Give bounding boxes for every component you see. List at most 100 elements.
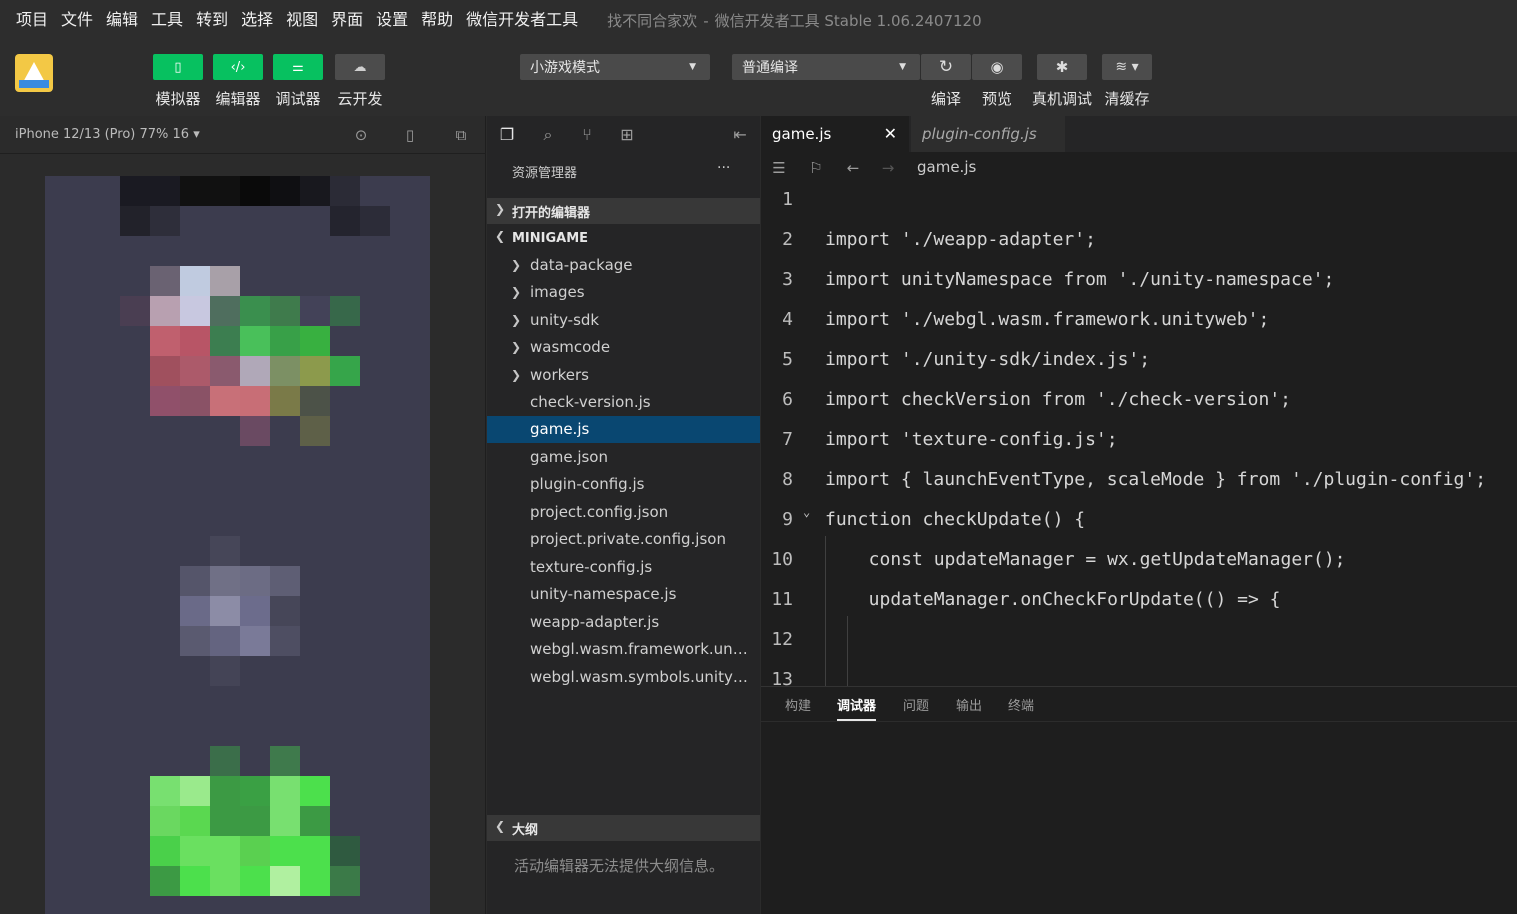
game-pixel [270, 866, 300, 896]
compile-button[interactable]: ↻ [921, 54, 971, 80]
mode-select[interactable]: 小游戏模式 ▼ [520, 54, 710, 80]
code-line: 13 [761, 660, 1517, 686]
game-pixel [330, 206, 360, 236]
tab-game-js[interactable]: game.js ✕ [761, 116, 909, 152]
debugger-toggle-button[interactable]: ⚌ [273, 54, 323, 80]
menu-goto[interactable]: 转到 [196, 0, 228, 40]
game-pixel [300, 386, 330, 416]
project-avatar[interactable] [15, 54, 53, 92]
extensions-icon[interactable]: ⊞ [616, 124, 638, 146]
code-line: 10 const updateManager = wx.getUpdateMan… [761, 540, 1517, 580]
folder-label: unity-sdk [530, 311, 600, 329]
open-editors-section[interactable]: ❯ 打开的编辑器 [487, 198, 760, 224]
fold-chevron-icon[interactable]: ⌄ [803, 492, 810, 532]
close-icon[interactable]: ✕ [884, 124, 897, 143]
menu-select[interactable]: 选择 [241, 0, 273, 40]
menu-settings[interactable]: 设置 [376, 0, 408, 40]
bookmark-icon[interactable]: ⚐ [806, 158, 826, 178]
menu-edit[interactable]: 编辑 [106, 0, 138, 40]
game-pixel [180, 806, 210, 836]
menu-tools[interactable]: 工具 [151, 0, 183, 40]
menu-interface[interactable]: 界面 [331, 0, 363, 40]
tab-plugin-config-js[interactable]: plugin-config.js [911, 116, 1065, 152]
outline-section[interactable]: ❮ 大纲 [487, 815, 760, 841]
folder-item[interactable]: ❯ wasmcode [487, 334, 760, 361]
more-actions-icon[interactable]: ··· [717, 160, 730, 176]
simulator-screen[interactable] [45, 176, 430, 914]
search-icon[interactable]: ⌕ [537, 124, 559, 146]
tab-output[interactable]: 输出 [956, 695, 982, 714]
tab-terminal[interactable]: 终端 [1008, 695, 1034, 714]
editor-toggle-button[interactable]: ‹/› [213, 54, 263, 80]
detach-window-icon[interactable]: ⧉ [451, 125, 471, 145]
compile-mode-select[interactable]: 普通编译 ▼ [732, 54, 920, 80]
file-item[interactable]: project.config.json [487, 499, 760, 526]
game-pixel [150, 176, 180, 206]
project-section[interactable]: ❮ MINIGAME [487, 225, 760, 251]
file-item[interactable]: webgl.wasm.framework.unityweb [487, 636, 760, 663]
game-pixel [240, 416, 270, 446]
editor-tab-bar: game.js ✕ plugin-config.js [761, 116, 1517, 152]
tab-build[interactable]: 构建 [785, 695, 811, 714]
code-line: 1 [761, 184, 1517, 220]
menu-help[interactable]: 帮助 [421, 0, 453, 40]
menu-file[interactable]: 文件 [61, 0, 93, 40]
record-icon[interactable]: ⊙ [351, 125, 371, 145]
sliders-icon: ⚌ [292, 59, 304, 75]
menu-project[interactable]: 项目 [16, 0, 48, 40]
breadcrumb[interactable]: game.js [917, 158, 976, 176]
game-pixel [270, 626, 300, 656]
folder-item[interactable]: ❯ unity-sdk [487, 307, 760, 334]
game-pixel [180, 626, 210, 656]
file-item[interactable]: check-version.js [487, 389, 760, 416]
file-item[interactable]: game.json [487, 444, 760, 471]
game-pixel [300, 806, 330, 836]
back-arrow-icon[interactable]: ← [843, 158, 863, 178]
collapse-panel-icon[interactable]: ⇤ [729, 124, 751, 146]
code-line: 8 import { launchEventType, scaleMode } f… [761, 460, 1517, 500]
game-pixel [330, 836, 360, 866]
code-line: 9 ⌄ function checkUpdate() { [761, 500, 1517, 540]
tab-debugger[interactable]: 调试器 [837, 695, 877, 721]
list-icon[interactable]: ☰ [769, 158, 789, 178]
folder-item[interactable]: ❯ images [487, 279, 760, 306]
folder-item[interactable]: ❯ data-package [487, 252, 760, 279]
menu-wechat-devtools[interactable]: 微信开发者工具 [466, 0, 578, 40]
menu-view[interactable]: 视图 [286, 0, 318, 40]
chevron-down-icon: ❮ [495, 229, 506, 243]
game-pixel [330, 356, 360, 386]
tab-problems[interactable]: 问题 [903, 695, 929, 714]
file-item[interactable]: unity-namespace.js [487, 581, 760, 608]
file-item[interactable]: webgl.wasm.symbols.unityweb [487, 664, 760, 691]
file-item[interactable]: project.private.config.json [487, 526, 760, 553]
preview-button[interactable]: ◉ [972, 54, 1022, 80]
line-number: 10 [771, 549, 793, 570]
game-pixel [270, 596, 300, 626]
game-pixel [150, 296, 180, 326]
game-pixel [210, 866, 240, 896]
file-item[interactable]: plugin-config.js [487, 471, 760, 498]
remote-debug-button[interactable]: ✱ [1037, 54, 1087, 80]
clear-cache-button[interactable]: ≋ ▾ [1102, 54, 1152, 80]
files-icon[interactable]: ❐ [496, 124, 518, 146]
simulator-toggle-button[interactable]: ▯ [153, 54, 203, 80]
open-editors-label: 打开的编辑器 [512, 205, 591, 221]
file-item[interactable]: texture-config.js [487, 554, 760, 581]
file-item[interactable]: weapp-adapter.js [487, 609, 760, 636]
chevron-down-icon: ▼ [689, 62, 696, 72]
folder-item[interactable]: ❯ workers [487, 362, 760, 389]
phone-icon[interactable]: ▯ [400, 125, 420, 145]
line-number: 1 [782, 189, 793, 210]
code-line: 4 import './webgl.wasm.framework.unityweb… [761, 300, 1517, 340]
device-select[interactable]: iPhone 12/13 (Pro) 77% 16 ▾ [15, 127, 200, 142]
debugger-content[interactable] [761, 721, 1517, 914]
code-line: 5 import './unity-sdk/index.js'; [761, 340, 1517, 380]
folder-label: wasmcode [530, 338, 611, 356]
refresh-icon: ↻ [938, 56, 954, 77]
cloud-dev-button[interactable]: ☁ [335, 54, 385, 80]
code-text: function checkUpdate() { [825, 509, 1086, 530]
file-item-selected[interactable]: game.js [487, 416, 760, 443]
source-control-icon[interactable]: ⑂ [576, 124, 598, 146]
forward-arrow-icon[interactable]: → [878, 158, 898, 178]
code-area[interactable]: 1 2 import './weapp-adapter'; 3 import uni… [761, 184, 1517, 686]
